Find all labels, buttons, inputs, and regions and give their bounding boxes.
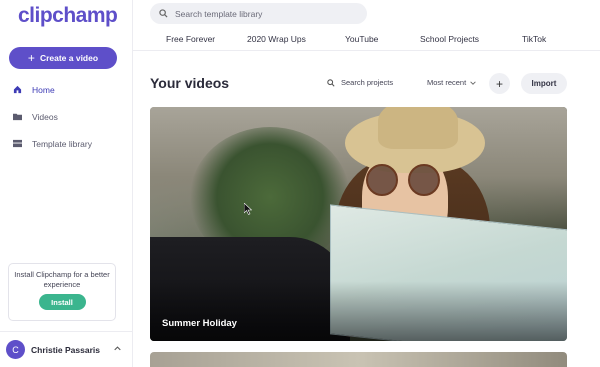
avatar: C: [6, 340, 25, 359]
sidebar-item-label: Videos: [32, 111, 58, 122]
sidebar-item-videos[interactable]: Videos: [0, 103, 133, 130]
create-video-button[interactable]: + Create a video: [9, 47, 117, 69]
chevron-down-icon: [470, 80, 476, 85]
search-projects-label: Search projects: [341, 78, 394, 87]
thumbnail-sunglass-right: [408, 164, 440, 196]
sidebar-item-template-library[interactable]: Template library: [0, 130, 133, 157]
video-card[interactable]: [150, 352, 567, 367]
main-area: Free Forever 2020 Wrap Ups YouTube Schoo…: [133, 0, 600, 367]
plus-icon: +: [27, 51, 35, 65]
page-title: Your videos: [150, 75, 230, 91]
thumbnail-sunglass-left: [366, 164, 398, 196]
sidebar-item-label: Home: [32, 84, 55, 95]
template-search[interactable]: [150, 3, 367, 24]
category-bar: Free Forever 2020 Wrap Ups YouTube Schoo…: [133, 29, 600, 51]
sidebar-item-label: Template library: [32, 138, 92, 149]
user-name: Christie Passaris: [31, 344, 100, 355]
mouse-cursor-icon: [244, 203, 252, 215]
install-message: Install Clipchamp for a better experienc…: [14, 270, 110, 289]
template-icon: [13, 139, 22, 148]
add-button[interactable]: +: [489, 73, 510, 94]
category-school-projects[interactable]: School Projects: [420, 34, 479, 44]
clipchamp-logo[interactable]: clipchamp: [18, 4, 118, 28]
search-projects[interactable]: Search projects: [327, 78, 393, 87]
category-tiktok[interactable]: TikTok: [522, 34, 546, 44]
app-root: clipchamp + Create a video Home Videos T…: [0, 0, 600, 367]
create-video-label: Create a video: [39, 53, 99, 63]
video-title: Summer Holiday: [162, 318, 237, 329]
template-search-input[interactable]: [175, 8, 355, 19]
category-free-forever[interactable]: Free Forever: [166, 34, 215, 44]
install-button[interactable]: Install: [38, 294, 86, 310]
video-card[interactable]: Summer Holiday: [150, 107, 567, 341]
category-2020-wrap-ups[interactable]: 2020 Wrap Ups: [247, 34, 306, 44]
sidebar-nav: Home Videos Template library: [0, 76, 133, 157]
sort-label: Most recent: [427, 78, 467, 87]
chevron-up-icon[interactable]: [114, 345, 121, 352]
sidebar-item-home[interactable]: Home: [0, 76, 133, 103]
sidebar: clipchamp + Create a video Home Videos T…: [0, 0, 133, 367]
import-button[interactable]: Import: [521, 73, 567, 94]
thumbnail-shade: [150, 281, 567, 341]
folder-icon: [13, 113, 22, 121]
category-youtube[interactable]: YouTube: [345, 34, 378, 44]
install-card: Install Clipchamp for a better experienc…: [8, 263, 116, 321]
user-menu[interactable]: C Christie Passaris: [0, 331, 133, 367]
search-icon: [159, 9, 168, 18]
sort-dropdown[interactable]: Most recent: [427, 78, 476, 87]
search-icon: [327, 78, 335, 87]
home-icon: [13, 85, 22, 94]
thumbnail-hat-crown: [378, 107, 458, 149]
